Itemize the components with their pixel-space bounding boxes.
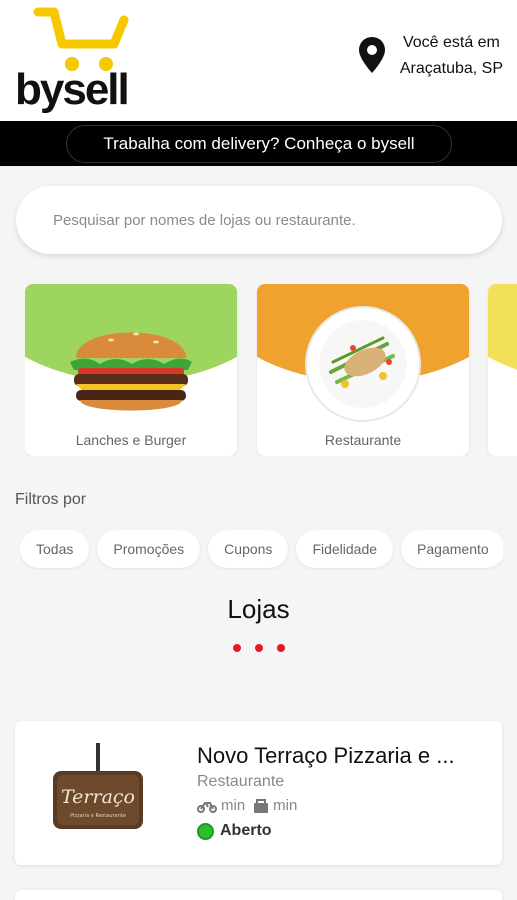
filter-chip-fidelidade[interactable]: Fidelidade bbox=[296, 530, 394, 568]
category-label: Lanches e Burger bbox=[75, 432, 187, 448]
logo-text: bysell bbox=[15, 65, 130, 114]
location-city: Araçatuba, SP bbox=[399, 60, 503, 77]
loading-dots bbox=[233, 644, 285, 652]
filter-chip-promocoes[interactable]: Promoções bbox=[97, 530, 201, 568]
loading-dot bbox=[233, 644, 241, 652]
location-label: Você está em bbox=[402, 34, 500, 51]
delivery-banner: Trabalha com delivery? Conheça o bysell bbox=[0, 121, 517, 166]
location-selector[interactable]: Você está em Araçatuba, SP bbox=[358, 30, 503, 82]
status-text: Aberto bbox=[220, 822, 272, 839]
delivery-time: min bbox=[221, 797, 246, 814]
store-logo-subtitle: Pizzaria e Restaurante bbox=[70, 813, 126, 819]
filter-chip-pagamento[interactable]: Pagamento bbox=[401, 530, 503, 568]
section-title-lojas: Lojas bbox=[227, 594, 290, 624]
category-label: Restaurante bbox=[324, 432, 402, 448]
category-carousel[interactable]: Lanches e Burger Restaurante bbox=[25, 284, 517, 456]
store-card[interactable]: Terraço Pizzaria e Restaurante Novo Terr… bbox=[15, 721, 502, 865]
store-logo-text: Terraço bbox=[61, 786, 135, 808]
plate-image bbox=[305, 306, 421, 422]
loading-dot bbox=[277, 644, 285, 652]
status-open-icon bbox=[197, 822, 214, 840]
store-type: Restaurante bbox=[197, 773, 285, 790]
filters-title: Filtros por bbox=[15, 491, 87, 508]
motorcycle-icon bbox=[197, 801, 217, 813]
store-logo: Terraço Pizzaria e Restaurante bbox=[53, 743, 143, 829]
location-text: Você está em Araçatuba, SP bbox=[400, 30, 503, 82]
burger-image bbox=[70, 332, 192, 411]
search-bar[interactable] bbox=[16, 186, 502, 254]
store-card-next[interactable] bbox=[15, 890, 502, 900]
category-card-burger[interactable]: Lanches e Burger bbox=[25, 284, 237, 456]
store-times: min min bbox=[197, 797, 297, 814]
category-bg bbox=[488, 284, 517, 382]
filter-chip-cupons[interactable]: Cupons bbox=[208, 530, 289, 568]
delivery-banner-button[interactable]: Trabalha com delivery? Conheça o bysell bbox=[66, 125, 452, 163]
loading-dot bbox=[255, 644, 263, 652]
store-name: Novo Terraço Pizzaria e ... bbox=[197, 743, 455, 768]
bag-icon bbox=[254, 798, 269, 813]
pickup-time: min bbox=[273, 797, 298, 814]
category-card-restaurante[interactable]: Restaurante bbox=[257, 284, 469, 456]
search-input[interactable] bbox=[53, 211, 473, 229]
store-status: Aberto bbox=[197, 822, 272, 840]
bysell-logo[interactable]: bysell bbox=[12, 4, 142, 116]
filter-chip-todas[interactable]: Todas bbox=[20, 530, 90, 568]
app-header: bysell Você está em Araçatuba, SP bbox=[0, 0, 517, 121]
category-card-partial[interactable] bbox=[488, 284, 517, 456]
filter-chips: Todas Promoções Cupons Fidelidade Pagamento bbox=[20, 530, 503, 570]
map-pin-icon bbox=[358, 37, 385, 73]
